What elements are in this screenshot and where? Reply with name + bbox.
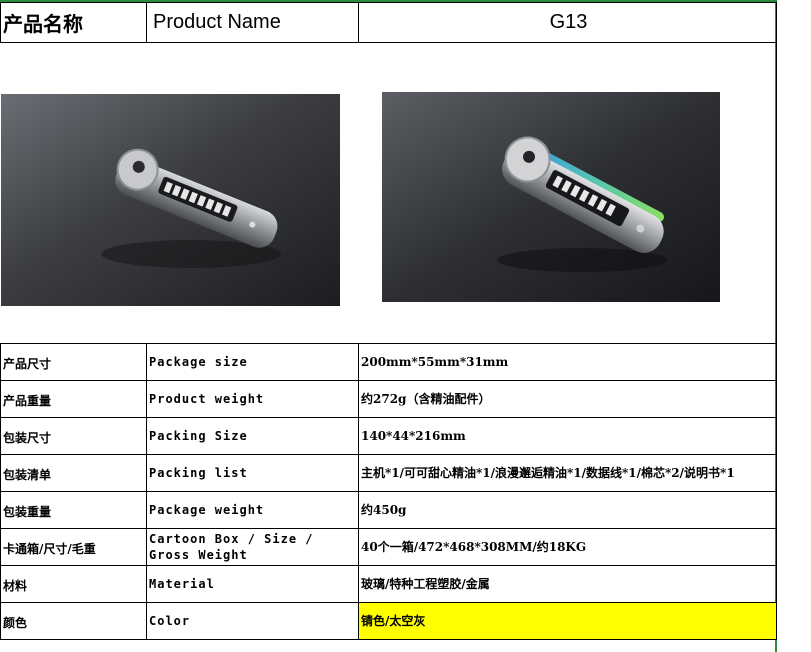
row-label-en: Packing list [149, 466, 248, 480]
row-label-cn-cell[interactable]: 颜色 [0, 602, 147, 640]
row-value: 玻璃/特种工程塑胶/金属 [361, 576, 490, 591]
row-value: 锖色/太空灰 [361, 613, 426, 628]
row-label-en: Package weight [149, 503, 265, 517]
row-value: 约450g [361, 502, 407, 517]
row-label-en: Package size [149, 355, 248, 369]
row-label-cn: 材料 [3, 578, 28, 593]
row-label-en: Material [149, 577, 215, 591]
row-label-en: Product weight [149, 392, 265, 406]
row-label-cn-cell[interactable]: 材料 [0, 565, 147, 603]
row-value: 140*44*216mm [361, 428, 466, 443]
spec-table: 产品名称 Product Name G13 产品尺寸 Package size … [0, 2, 777, 640]
model-name: G13 [549, 11, 588, 33]
row-value: 40个一箱/472*468*308MM/约18KG [361, 539, 587, 554]
row-label-cn-cell[interactable]: 产品重量 [0, 380, 147, 418]
row-label-cn: 包装重量 [3, 504, 52, 519]
table-row: 包装尺寸 Packing Size 140*44*216mm [0, 417, 777, 455]
product-photo-lit [381, 92, 720, 302]
row-value: 200mm*55mm*31mm [361, 354, 509, 369]
header-model-cell[interactable]: G13 [358, 2, 777, 43]
row-label-cn-cell[interactable]: 卡通箱/尺寸/毛重 [0, 528, 147, 566]
row-value: 约272g（含精油配件） [361, 391, 491, 406]
header-label-cn: 产品名称 [3, 12, 83, 36]
row-label-cn-cell[interactable]: 包装清单 [0, 454, 147, 492]
row-label-cn-cell[interactable]: 包装尺寸 [0, 417, 147, 455]
row-label-cn: 产品尺寸 [3, 356, 52, 371]
product-photo-front [0, 94, 340, 306]
table-row: 材料 Material 玻璃/特种工程塑胶/金属 [0, 565, 777, 603]
header-label-en-cell[interactable]: Product Name [146, 2, 359, 43]
table-row: 产品重量 Product weight 约272g（含精油配件） [0, 380, 777, 418]
row-label-cn: 卡通箱/尺寸/毛重 [3, 541, 96, 556]
table-row: 卡通箱/尺寸/毛重 Cartoon Box / Size / Gross Wei… [0, 528, 777, 566]
row-label-en: Color [149, 614, 191, 628]
row-label-cn-cell[interactable]: 产品尺寸 [0, 343, 147, 381]
header-row: 产品名称 Product Name G13 [0, 2, 777, 43]
row-label-en-cell[interactable]: Packing list [146, 454, 359, 492]
row-value-cell-highlighted[interactable]: 锖色/太空灰 [358, 602, 777, 640]
row-value-cell[interactable]: 玻璃/特种工程塑胶/金属 [358, 565, 777, 603]
row-label-cn: 包装尺寸 [3, 430, 52, 445]
table-row: 产品尺寸 Package size 200mm*55mm*31mm [0, 343, 777, 381]
row-label-en: Packing Size [149, 429, 248, 443]
row-label-cn: 颜色 [3, 615, 28, 630]
table-row: 包装清单 Packing list 主机*1/可可甜心精油*1/浪漫邂逅精油*1… [0, 454, 777, 492]
header-label-cn-cell[interactable]: 产品名称 [0, 2, 147, 43]
row-value-cell[interactable]: 主机*1/可可甜心精油*1/浪漫邂逅精油*1/数据线*1/棉芯*2/说明书*1 [358, 454, 777, 492]
row-value-cell[interactable]: 200mm*55mm*31mm [358, 343, 777, 381]
row-label-en-cell[interactable]: Package size [146, 343, 359, 381]
row-label-en-cell[interactable]: Material [146, 565, 359, 603]
header-label-en: Product Name [153, 11, 281, 33]
row-value-cell[interactable]: 40个一箱/472*468*308MM/约18KG [358, 528, 777, 566]
row-label-cn: 产品重量 [3, 393, 52, 408]
table-row: 包装重量 Package weight 约450g [0, 491, 777, 529]
row-value-cell[interactable]: 约450g [358, 491, 777, 529]
row-value: 主机*1/可可甜心精油*1/浪漫邂逅精油*1/数据线*1/棉芯*2/说明书*1 [361, 465, 735, 480]
table-row: 颜色 Color 锖色/太空灰 [0, 602, 777, 640]
row-value-cell[interactable]: 140*44*216mm [358, 417, 777, 455]
row-label-en: Cartoon Box / Size / Gross Weight [149, 532, 314, 562]
row-label-en-cell[interactable]: Packing Size [146, 417, 359, 455]
row-value-cell[interactable]: 约272g（含精油配件） [358, 380, 777, 418]
row-label-en-cell[interactable]: Package weight [146, 491, 359, 529]
row-label-en-cell[interactable]: Color [146, 602, 359, 640]
spec-sheet: 产品名称 Product Name G13 产品尺寸 Package size … [0, 0, 811, 652]
row-label-en-cell[interactable]: Product weight [146, 380, 359, 418]
row-label-en-cell[interactable]: Cartoon Box / Size / Gross Weight [146, 528, 359, 566]
image-row [0, 42, 777, 344]
row-label-cn-cell[interactable]: 包装重量 [0, 491, 147, 529]
image-cell[interactable] [0, 42, 777, 344]
row-label-cn: 包装清单 [3, 467, 52, 482]
